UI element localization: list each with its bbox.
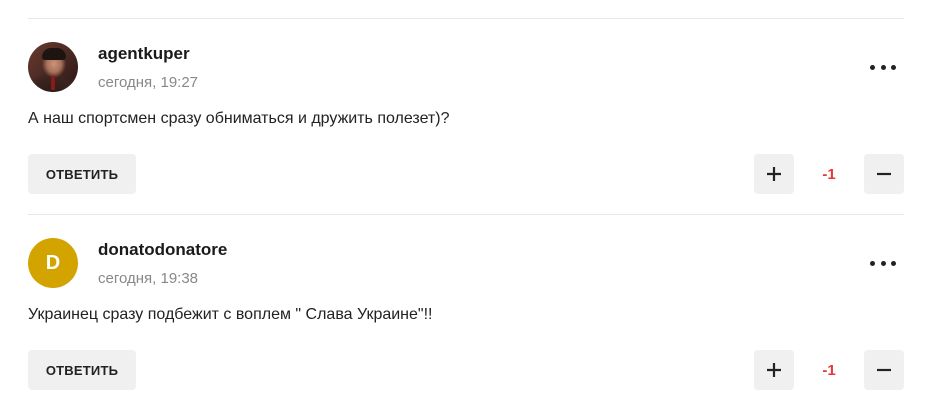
comment-text: Украинец сразу подбежит с воплем " Слава… (28, 306, 433, 323)
more-dots-icon[interactable] (870, 62, 896, 72)
more-dots-icon[interactable] (870, 258, 896, 268)
comment-time: сегодня, 19:38 (98, 270, 199, 287)
minus-icon (877, 172, 891, 176)
downvote-button[interactable] (864, 154, 904, 194)
comment-time: сегодня, 19:27 (98, 74, 199, 91)
comment-author[interactable]: agentkuper (98, 44, 190, 64)
comment-author[interactable]: donatodonatore (98, 240, 227, 260)
comment-score: -1 (822, 361, 836, 379)
comments-feed: agentkuper сегодня, 19:27 А наш спортсме… (0, 0, 929, 410)
avatar-initial: D (45, 251, 61, 274)
avatar-tie (51, 76, 55, 90)
downvote-button[interactable] (864, 350, 904, 390)
upvote-button[interactable] (754, 154, 794, 194)
reply-button[interactable]: ОТВЕТИТЬ (28, 154, 136, 194)
comment-score: -1 (822, 165, 836, 183)
comment-item: agentkuper сегодня, 19:27 А наш спортсме… (0, 18, 929, 214)
reply-button[interactable]: ОТВЕТИТЬ (28, 350, 136, 390)
plus-icon (767, 363, 781, 377)
avatar[interactable]: D (28, 238, 78, 288)
avatar[interactable] (28, 42, 78, 92)
avatar-hair (42, 48, 66, 60)
comment-item: D donatodonatore сегодня, 19:38 Украинец… (0, 214, 929, 410)
minus-icon (877, 368, 891, 372)
upvote-button[interactable] (754, 350, 794, 390)
plus-icon (767, 167, 781, 181)
comment-text: А наш спортсмен сразу обниматься и дружи… (28, 110, 450, 127)
